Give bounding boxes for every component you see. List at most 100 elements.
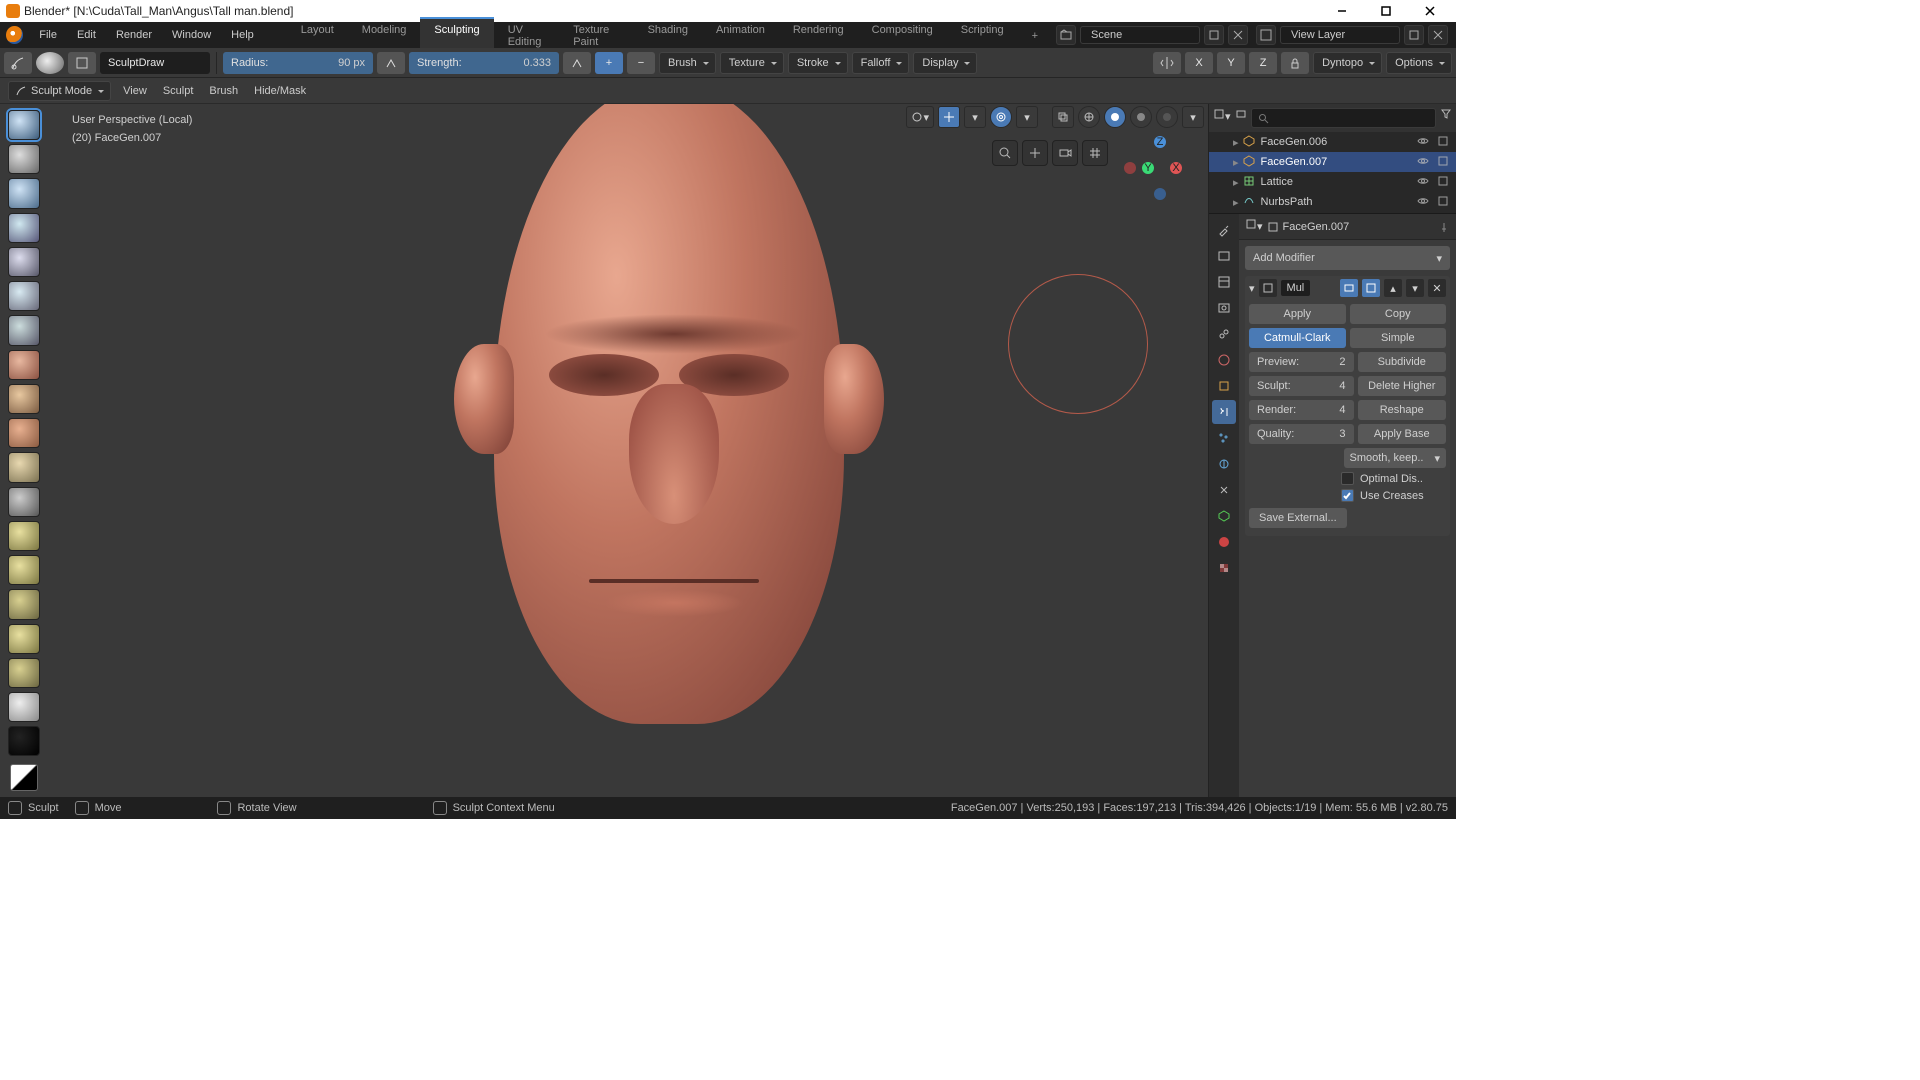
outliner-hide-toggle[interactable] bbox=[1417, 175, 1431, 189]
prop-tab-render[interactable] bbox=[1212, 244, 1236, 268]
3d-viewport[interactable]: User Perspective (Local) (20) FaceGen.00… bbox=[48, 104, 1208, 797]
outliner-display-mode[interactable]: ▾ bbox=[1213, 108, 1231, 128]
shading-lookdev[interactable] bbox=[1130, 106, 1152, 128]
outliner[interactable]: ▾ ▸FaceGen.006▸FaceGen.007▸Lattice▸Nurbs… bbox=[1209, 104, 1456, 214]
subtract-direction-button[interactable]: − bbox=[627, 52, 655, 74]
lock-icon[interactable] bbox=[1281, 52, 1309, 74]
pin-icon[interactable] bbox=[1438, 221, 1450, 233]
tool-dropdown-brush[interactable]: Brush bbox=[659, 52, 716, 74]
modifier-render-field[interactable]: Render:4 bbox=[1249, 400, 1354, 420]
outliner-disable-toggle[interactable] bbox=[1437, 135, 1451, 149]
outliner-filter-icon[interactable] bbox=[1440, 108, 1452, 128]
apply-button[interactable]: Apply bbox=[1249, 304, 1346, 324]
properties-sync-icon[interactable]: ▾ bbox=[1245, 218, 1263, 236]
modifier-apply-base-button[interactable]: Apply Base bbox=[1358, 424, 1447, 444]
brush-clay[interactable] bbox=[8, 144, 40, 174]
axis-neg-z[interactable] bbox=[1154, 188, 1166, 200]
brush-layer[interactable] bbox=[8, 213, 40, 243]
view-object-types-icon[interactable]: ▾ bbox=[906, 106, 934, 128]
outliner-new-collection[interactable] bbox=[1235, 108, 1247, 128]
menu-help[interactable]: Help bbox=[221, 25, 264, 45]
layer-browse-icon[interactable] bbox=[1256, 25, 1276, 45]
simple-button[interactable]: Simple bbox=[1350, 328, 1447, 348]
use-creases-checkbox[interactable] bbox=[1341, 489, 1354, 502]
mod-move-down[interactable]: ▾ bbox=[1406, 279, 1424, 297]
strength-field[interactable]: Strength:0.333 bbox=[409, 52, 559, 74]
brush-preview-icon[interactable] bbox=[36, 52, 64, 74]
radius-field[interactable]: Radius:90 px bbox=[223, 52, 373, 74]
prop-tab-particles[interactable] bbox=[1212, 426, 1236, 450]
prop-tab-world[interactable] bbox=[1212, 348, 1236, 372]
brush-pinch[interactable] bbox=[8, 487, 40, 517]
tool-dropdown-stroke[interactable]: Stroke bbox=[788, 52, 848, 74]
tool-dropdown-texture[interactable]: Texture bbox=[720, 52, 784, 74]
modifier-subdivide-button[interactable]: Subdivide bbox=[1358, 352, 1447, 372]
prop-tab-texture[interactable] bbox=[1212, 556, 1236, 580]
grid-icon[interactable] bbox=[1082, 140, 1108, 166]
brush-snake-hook[interactable] bbox=[8, 555, 40, 585]
prop-tab-material[interactable] bbox=[1212, 530, 1236, 554]
add-direction-button[interactable]: + bbox=[595, 52, 623, 74]
menu-file[interactable]: File bbox=[29, 25, 67, 45]
brush-scrape[interactable] bbox=[8, 452, 40, 482]
dyntopo-dropdown[interactable]: Dyntopo bbox=[1313, 52, 1382, 74]
prop-tab-output[interactable] bbox=[1212, 270, 1236, 294]
tool-dropdown-display[interactable]: Display bbox=[913, 52, 977, 74]
outliner-row[interactable]: ▸NurbsPath bbox=[1209, 192, 1456, 212]
menu-render[interactable]: Render bbox=[106, 25, 162, 45]
prop-tab-mesh[interactable] bbox=[1212, 504, 1236, 528]
outliner-hide-toggle[interactable] bbox=[1417, 135, 1431, 149]
brush-rotate[interactable] bbox=[8, 658, 40, 688]
brush-fill[interactable] bbox=[8, 418, 40, 448]
outliner-disable-toggle[interactable] bbox=[1437, 195, 1451, 209]
header-menu-brush[interactable]: Brush bbox=[209, 85, 238, 97]
shading-wireframe[interactable] bbox=[1078, 106, 1100, 128]
new-scene-button[interactable] bbox=[1204, 25, 1224, 45]
shading-rendered[interactable] bbox=[1156, 106, 1178, 128]
scene-browse-icon[interactable] bbox=[1056, 25, 1076, 45]
brush-nudge[interactable] bbox=[8, 624, 40, 654]
brush-flatten[interactable] bbox=[8, 384, 40, 414]
collapse-icon[interactable]: ▾ bbox=[1249, 282, 1255, 295]
mod-delete[interactable]: ✕ bbox=[1428, 279, 1446, 297]
options-dropdown[interactable]: Options bbox=[1386, 52, 1452, 74]
prop-tab-viewlayer[interactable] bbox=[1212, 296, 1236, 320]
delete-scene-button[interactable] bbox=[1228, 25, 1248, 45]
prop-tab-physics[interactable] bbox=[1212, 452, 1236, 476]
outliner-search[interactable] bbox=[1251, 108, 1436, 128]
modifier-name-field[interactable]: Mul bbox=[1281, 280, 1311, 296]
scene-name-field[interactable]: Scene bbox=[1080, 26, 1200, 44]
brush-grab[interactable] bbox=[8, 521, 40, 551]
header-menu-view[interactable]: View bbox=[123, 85, 147, 97]
outliner-row[interactable]: ▸FaceGen.006 bbox=[1209, 132, 1456, 152]
uv-smooth-dropdown[interactable]: Smooth, keep..▾ bbox=[1344, 448, 1447, 468]
minimize-button[interactable] bbox=[1322, 0, 1362, 22]
brush-inflate[interactable] bbox=[8, 247, 40, 277]
brush-crease[interactable] bbox=[8, 315, 40, 345]
mirror-x-button[interactable]: X bbox=[1185, 52, 1213, 74]
brush-draw[interactable] bbox=[8, 110, 40, 140]
brush-name-field[interactable]: SculptDraw bbox=[100, 52, 210, 74]
catmull-clark-button[interactable]: Catmull-Clark bbox=[1249, 328, 1346, 348]
view-layer-field[interactable]: View Layer bbox=[1280, 26, 1400, 44]
shading-options-dropdown[interactable]: ▾ bbox=[1182, 106, 1204, 128]
tool-dropdown-falloff[interactable]: Falloff bbox=[852, 52, 910, 74]
prop-tab-scene[interactable] bbox=[1212, 322, 1236, 346]
new-layer-button[interactable] bbox=[1404, 25, 1424, 45]
gizmo-options-dropdown[interactable]: ▾ bbox=[964, 106, 986, 128]
prop-tab-tool[interactable] bbox=[1212, 218, 1236, 242]
pan-icon[interactable] bbox=[1022, 140, 1048, 166]
shading-solid[interactable] bbox=[1104, 106, 1126, 128]
prop-tab-modifier[interactable] bbox=[1212, 400, 1236, 424]
show-overlays-toggle[interactable] bbox=[990, 106, 1012, 128]
brush-clay-strips[interactable] bbox=[8, 178, 40, 208]
brush-smooth[interactable] bbox=[8, 350, 40, 380]
brush-selector-icon[interactable] bbox=[4, 52, 32, 74]
xray-toggle[interactable] bbox=[1052, 106, 1074, 128]
prop-tab-constraints[interactable] bbox=[1212, 478, 1236, 502]
strength-pressure-toggle[interactable] bbox=[563, 52, 591, 74]
mirror-z-button[interactable]: Z bbox=[1249, 52, 1277, 74]
modifier-quality-field[interactable]: Quality:3 bbox=[1249, 424, 1354, 444]
camera-icon[interactable] bbox=[1052, 140, 1078, 166]
modifier-delete-higher-button[interactable]: Delete Higher bbox=[1358, 376, 1447, 396]
